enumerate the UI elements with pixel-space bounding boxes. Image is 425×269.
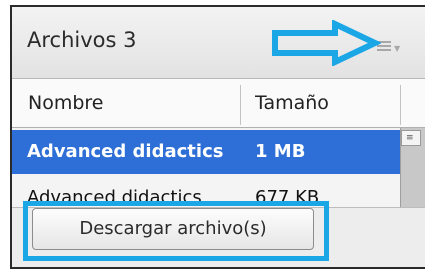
column-header-name[interactable]: Nombre: [28, 79, 238, 127]
panel-title: Archivos 3: [27, 28, 137, 52]
table-row[interactable]: Advanced didactics 1 MB: [12, 130, 400, 174]
table-header: Nombre Tamaño: [12, 79, 425, 128]
grip-icon: ≡: [406, 133, 414, 143]
column-divider[interactable]: [240, 85, 241, 125]
scrollbar-handle[interactable]: ≡: [401, 130, 421, 146]
file-name: Advanced didactics: [27, 141, 224, 162]
column-header-size[interactable]: Tamaño: [255, 79, 405, 127]
annotation-arrow-icon: [272, 20, 381, 66]
column-divider[interactable]: [400, 85, 401, 125]
annotation-highlight-box: [23, 201, 329, 261]
menu-caret-icon[interactable]: ▼: [394, 44, 400, 53]
file-size: 1 MB: [255, 141, 306, 162]
